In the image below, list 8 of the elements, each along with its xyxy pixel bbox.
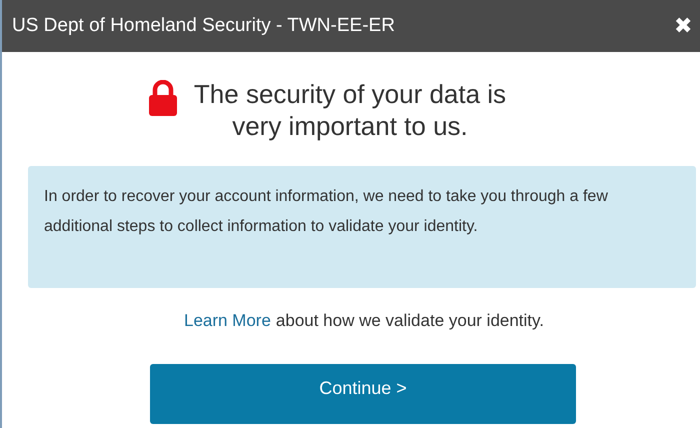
security-heading: The security of your data is very important to us. <box>192 78 508 142</box>
padlock-icon <box>147 80 179 116</box>
window-title: US Dept of Homeland Security - TWN-EE-ER <box>12 14 395 38</box>
learn-more-link[interactable]: Learn More <box>184 308 271 334</box>
close-button[interactable]: ✖ <box>670 15 696 37</box>
learn-more-text: about how we validate your identity. <box>276 310 544 332</box>
info-notice: In order to recover your account information, we need to take you through a few additional steps to collect information to validate your identity. <box>28 166 696 288</box>
continue-button[interactable]: Continue > <box>150 364 576 424</box>
